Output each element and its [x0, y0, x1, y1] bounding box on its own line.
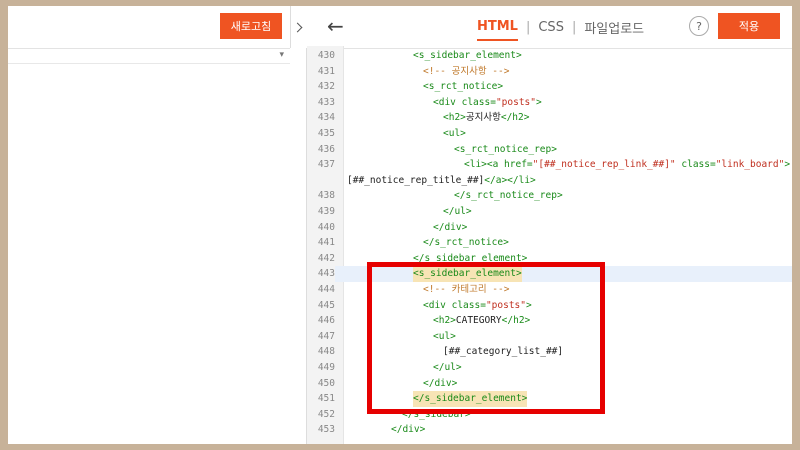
line-number: 440: [307, 219, 335, 236]
highlight-annotation-box: [367, 262, 605, 414]
code-line[interactable]: 437 <li><a href="[##_notice_rep_link_##]"…: [307, 157, 792, 174]
code-token: </s_rct_notice>: [423, 237, 509, 249]
line-number: 452: [307, 406, 335, 423]
code-token: <s_rct_notice>: [423, 81, 504, 93]
preview-scroll-strip: ▾: [8, 49, 290, 64]
line-number: 453: [307, 422, 335, 439]
code-token: href=: [504, 159, 533, 171]
tab-css[interactable]: CSS: [538, 20, 564, 40]
refresh-button[interactable]: 새로고침: [220, 13, 282, 39]
code-token: </div>: [391, 424, 426, 436]
code-line[interactable]: 435 <ul>: [307, 126, 792, 142]
line-number: 451: [307, 391, 335, 408]
line-number: 438: [307, 188, 335, 205]
code-line[interactable]: 439 </ul>: [307, 204, 792, 220]
code-text: <s_sidebar_element>: [413, 48, 522, 64]
code-token: </div>: [433, 221, 468, 233]
code-token: <s_sidebar_element>: [413, 50, 522, 61]
code-token: "link_board": [715, 159, 785, 171]
line-number: 431: [307, 63, 335, 80]
code-token: >: [784, 159, 791, 171]
code-text: <h2>공지사항</h2>: [443, 110, 529, 126]
code-token: <!-- 공지사항 -->: [423, 65, 510, 77]
code-text: <ul>: [443, 126, 466, 142]
line-number: 439: [307, 204, 335, 220]
code-text: <li><a href="[##_notice_rep_link_##]" cl…: [464, 157, 790, 173]
code-token: <ul>: [443, 128, 466, 139]
tab-html[interactable]: HTML: [477, 19, 518, 41]
code-line[interactable]: [##_notice_rep_title_##]</a></li>: [307, 172, 792, 189]
code-text: <div class="posts">: [433, 95, 542, 111]
code-token: </s_rct_notice_rep>: [454, 190, 563, 202]
code-line[interactable]: 436 <s_rct_notice_rep>: [307, 141, 792, 158]
code-token: "[##_notice_rep_link_##]": [532, 159, 676, 171]
code-line[interactable]: 431 <!-- 공지사항 -->: [307, 63, 792, 80]
back-arrow-icon[interactable]: ←: [327, 16, 344, 36]
code-text: [##_notice_rep_title_##]</a></li>: [347, 173, 536, 189]
code-line[interactable]: 434 <h2>공지사항</h2>: [307, 110, 792, 127]
collapse-panel-button[interactable]: [290, 6, 308, 48]
line-number: 435: [307, 126, 335, 142]
scroll-down-icon[interactable]: ▾: [279, 50, 284, 60]
line-number: 443: [307, 266, 335, 283]
code-line[interactable]: 440 </div>: [307, 219, 792, 236]
code-text: </s_rct_notice>: [423, 235, 509, 251]
editor-header: ← HTML | CSS | 파일업로드 ? 적용: [307, 6, 792, 49]
code-text: </ul>: [443, 204, 472, 220]
code-line[interactable]: 432 <s_rct_notice>: [307, 79, 792, 96]
apply-button[interactable]: 적용: [718, 13, 780, 39]
code-token: <li><a: [464, 159, 505, 171]
line-number: 434: [307, 110, 335, 127]
code-token: 공지사항: [465, 112, 501, 124]
line-number: 437: [307, 157, 335, 174]
code-token: class=: [675, 159, 716, 171]
line-number: 432: [307, 79, 335, 96]
code-token: <h2>: [443, 112, 466, 124]
preview-panel: 새로고침 ▾: [8, 6, 290, 444]
code-text: <s_rct_notice_rep>: [454, 142, 557, 158]
code-token: </h2>: [500, 112, 530, 124]
line-number: 447: [307, 328, 335, 345]
code-text: <!-- 공지사항 -->: [423, 64, 509, 80]
line-number: 441: [307, 235, 335, 252]
code-token: class=: [461, 96, 496, 108]
tab-file-upload[interactable]: 파일업로드: [584, 18, 644, 42]
line-number: 448: [307, 344, 335, 361]
code-text: </s_rct_notice_rep>: [454, 188, 563, 204]
line-number: 445: [307, 297, 335, 314]
tab-separator: |: [571, 20, 577, 35]
code-token: <div: [433, 96, 462, 108]
line-number: [307, 172, 335, 189]
line-number: 449: [307, 360, 335, 376]
line-number: 444: [307, 282, 335, 298]
code-line[interactable]: 453 </div>: [307, 422, 792, 439]
code-line[interactable]: 430 <s_sidebar_element>: [307, 48, 792, 64]
preview-toolbar: 새로고침: [8, 6, 290, 49]
code-line[interactable]: 441 </s_rct_notice>: [307, 235, 792, 252]
chevron-right-icon: [292, 22, 303, 32]
code-token: [##_notice_rep_title_##]: [347, 174, 485, 186]
code-text: <s_rct_notice>: [423, 79, 503, 95]
code-text: </div>: [433, 220, 467, 236]
line-number: 430: [307, 48, 335, 64]
line-number: 442: [307, 250, 335, 267]
editor-tabs: HTML | CSS | 파일업로드: [477, 18, 644, 42]
line-number: 436: [307, 141, 335, 158]
tab-separator: |: [525, 20, 531, 35]
line-number: 450: [307, 375, 335, 392]
code-line[interactable]: 438 </s_rct_notice_rep>: [307, 188, 792, 205]
code-text: </div>: [391, 422, 425, 438]
line-number: 433: [307, 94, 335, 111]
help-icon[interactable]: ?: [689, 16, 709, 36]
code-token: >: [535, 96, 542, 108]
code-token: </a></li>: [484, 174, 536, 186]
code-token: "posts": [495, 96, 536, 108]
line-number: 446: [307, 313, 335, 330]
code-line[interactable]: 433 <div class="posts">: [307, 94, 792, 111]
code-token: </ul>: [443, 206, 472, 217]
code-token: <s_rct_notice_rep>: [454, 143, 557, 155]
